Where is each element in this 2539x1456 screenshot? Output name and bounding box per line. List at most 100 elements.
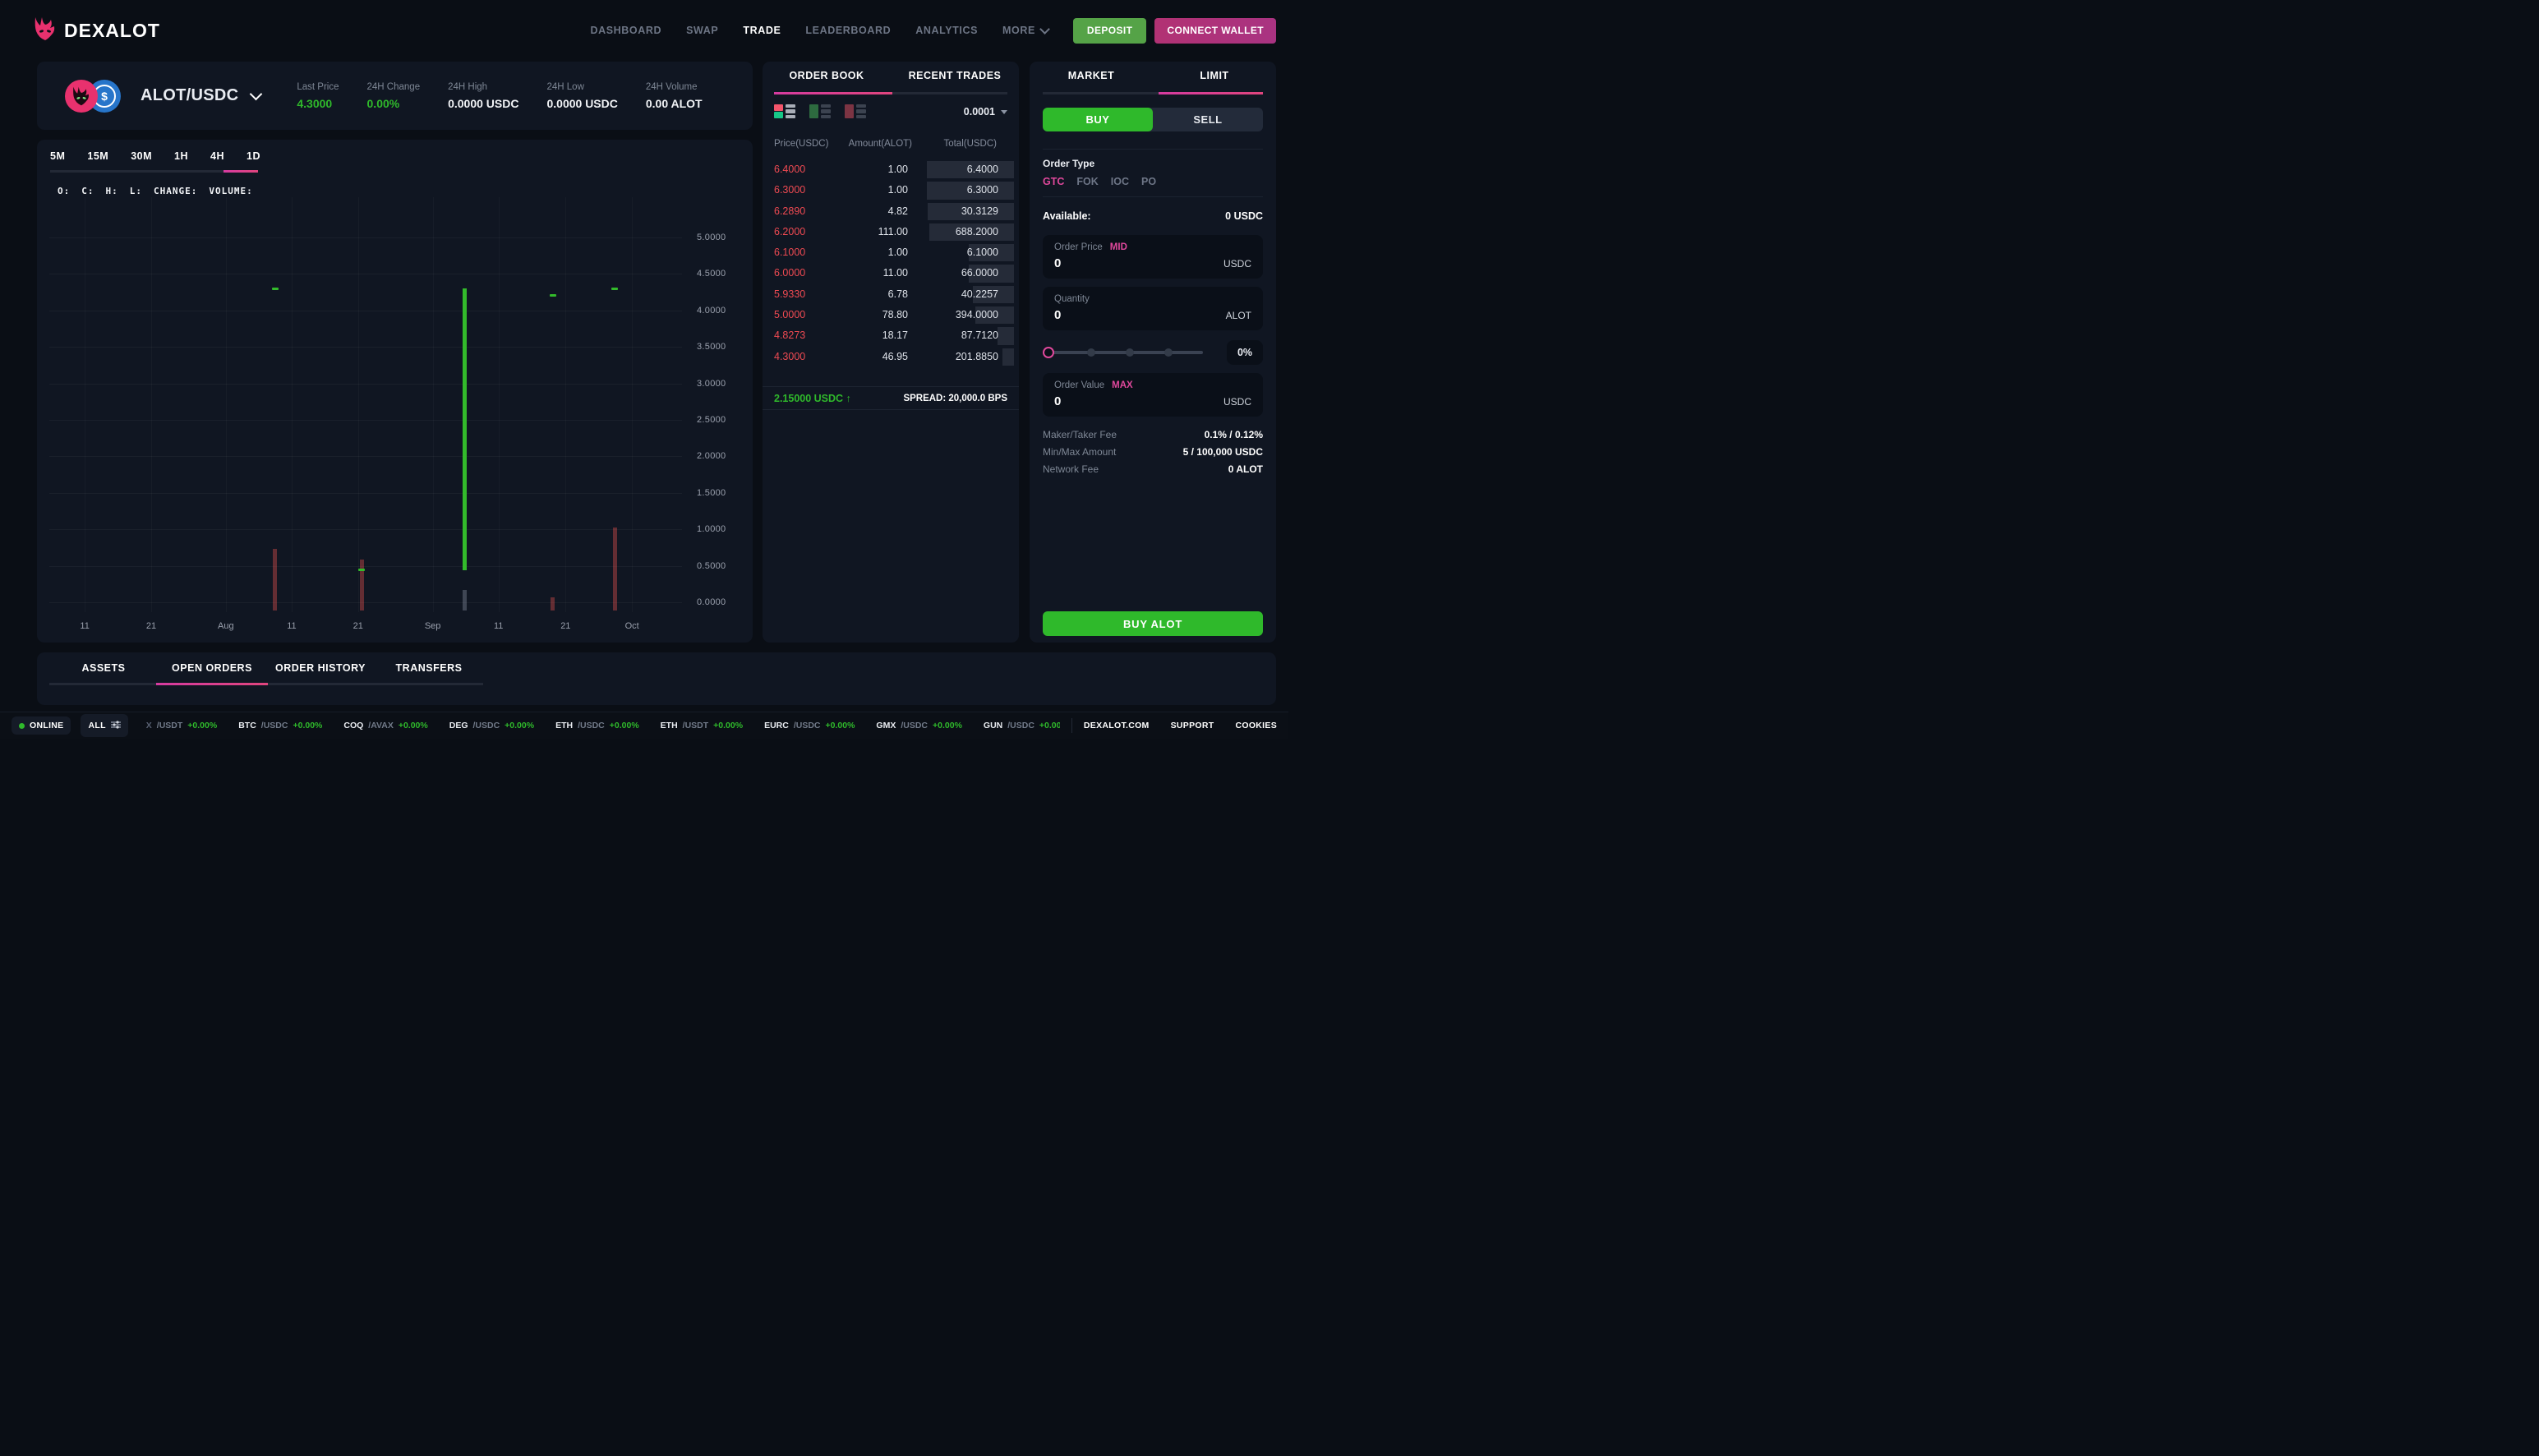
order-price-input[interactable]: 0 [1054,256,1061,270]
candlestick-chart[interactable]: 5.00004.50004.00003.50003.00002.50002.00… [49,197,753,629]
ticker-pair-gun-usdc[interactable]: GUN/USDC+0.00% [984,721,1060,730]
price-grouping-dropdown[interactable]: 0.0001 [964,106,1007,117]
nav-item-swap[interactable]: SWAP [686,25,718,36]
buy-alot-button[interactable]: BUY ALOT [1043,611,1263,636]
bottom-tab-transfers[interactable]: TRANSFERS [375,662,483,674]
order-book-row[interactable]: 5.000078.80394.0000 [767,305,1014,325]
divider [1071,718,1072,733]
y-axis-tick: 3.5000 [697,342,746,352]
slider-stop-25[interactable] [1087,348,1095,357]
max-button[interactable]: MAX [1112,380,1133,390]
pair-name[interactable]: ALOT/USDC [141,86,238,105]
order-book-row[interactable]: 4.300046.95201.8850 [767,347,1014,367]
divider [1043,149,1263,150]
order-book-row[interactable]: 4.827318.1787.7120 [767,325,1014,346]
order-book-row[interactable]: 6.2000111.00688.2000 [767,222,1014,242]
order-book-row[interactable]: 5.93306.7840.2257 [767,284,1014,305]
nav-item-analytics[interactable]: ANALYTICS [915,25,978,36]
ticker-pair-eth-usdc[interactable]: ETH/USDC+0.00% [555,721,639,730]
order-value-input[interactable]: 0 [1054,394,1061,408]
ticker-pair-btc-usdc[interactable]: BTC/USDC+0.00% [238,721,322,730]
timeframe-1d[interactable]: 1D [247,150,260,162]
deposit-button[interactable]: DEPOSIT [1073,18,1146,44]
gridline-v [358,197,359,612]
order-book-row[interactable]: 6.000011.0066.0000 [767,263,1014,283]
footer-link-support[interactable]: SUPPORT [1171,721,1214,730]
nav-item-dashboard[interactable]: DASHBOARD [590,25,661,36]
both-sides-view-icon[interactable] [774,104,795,118]
bottom-tab-order-history[interactable]: ORDER HISTORY [266,662,375,674]
y-axis-tick: 0.0000 [697,597,746,607]
ask-amount: 1.00 [888,184,908,196]
tab-order-book[interactable]: ORDER BOOK [763,70,891,81]
order-type-ioc[interactable]: IOC [1111,176,1129,187]
order-price-field[interactable]: Order Price MID 0 USDC [1043,235,1263,279]
order-book-row[interactable]: 6.10001.006.1000 [767,242,1014,263]
sells-view-icon[interactable] [845,104,866,118]
ticker-base: COQ [343,721,363,730]
y-axis-tick: 3.0000 [697,379,746,389]
ticker-pair-x-usdt[interactable]: X/USDT+0.00% [146,721,217,730]
nav-item-trade[interactable]: TRADE [743,25,781,36]
gridline-v [151,197,152,612]
bottom-tab-open-orders[interactable]: OPEN ORDERS [158,662,266,674]
order-type-gtc[interactable]: GTC [1043,176,1064,187]
ticker-pair-gmx-usdc[interactable]: GMX/USDC+0.00% [876,721,962,730]
bottom-tab-assets[interactable]: ASSETS [49,662,158,674]
timeframe-1h[interactable]: 1H [174,150,188,162]
order-type-po[interactable]: PO [1141,176,1156,187]
buys-view-icon[interactable] [809,104,831,118]
ohlc-label: C: [81,186,94,196]
status-pill: ONLINE [12,716,71,735]
quantity-slider[interactable] [1048,351,1203,354]
tab-market[interactable]: MARKET [1030,70,1153,81]
pair-selector-chevron-icon[interactable] [250,88,263,101]
buy-tab[interactable]: BUY [1043,108,1153,131]
footer-link-dexalot-com[interactable]: DEXALOT.COM [1084,721,1150,730]
order-book-row[interactable]: 6.30001.006.3000 [767,180,1014,200]
slider-thumb[interactable] [1043,347,1054,358]
ticker-pair-eurc-usdc[interactable]: EURC/USDC+0.00% [764,721,855,730]
footer-link-cookies[interactable]: COOKIES [1235,721,1277,730]
ticker-pair-coq-avax[interactable]: COQ/AVAX+0.00% [343,721,427,730]
timeframe-15m[interactable]: 15M [87,150,108,162]
ask-amount: 11.00 [883,267,908,279]
price-grouping-value: 0.0001 [964,106,995,117]
nav-item-more[interactable]: MORE [1002,25,1048,36]
ask-amount: 78.80 [882,309,908,320]
order-value-field[interactable]: Order Value MAX 0 USDC [1043,373,1263,417]
pair-filter-pill[interactable]: ALL [81,714,127,737]
trade-active-indicator [1159,92,1263,94]
ticker-pair-eth-usdt[interactable]: ETH/USDT+0.00% [661,721,743,730]
timeframe-4h[interactable]: 4H [210,150,224,162]
stat-value: 0.00 ALOT [646,97,703,110]
order-book-column-headers: Price(USDC) Amount(ALOT) Total(USDC) [763,139,1019,150]
ticker-quote: /USDT [157,721,183,730]
tab-recent-trades[interactable]: RECENT TRADES [891,70,1019,81]
slider-stop-50[interactable] [1126,348,1134,357]
nav-item-leaderboard[interactable]: LEADERBOARD [805,25,891,36]
ticker-base: GUN [984,721,1002,730]
logo[interactable]: DEXALOT [33,16,160,45]
ticker-quote: /USDC [578,721,605,730]
timeframe-30m[interactable]: 30M [131,150,152,162]
quantity-input[interactable]: 0 [1054,308,1061,322]
quantity-label: Quantity [1054,294,1090,304]
quantity-field[interactable]: Quantity 0 ALOT [1043,287,1263,330]
timeframe-5m[interactable]: 5M [50,150,65,162]
connect-wallet-button[interactable]: CONNECT WALLET [1154,18,1276,44]
depth-bar [998,327,1014,344]
tab-limit[interactable]: LIMIT [1153,70,1276,81]
order-book-row[interactable]: 6.40001.006.4000 [767,159,1014,180]
sell-tab[interactable]: SELL [1153,108,1263,131]
slider-stop-75[interactable] [1164,348,1173,357]
ticker-base: DEG [449,721,468,730]
order-type-fok[interactable]: FOK [1076,176,1098,187]
order-book-row[interactable]: 6.28904.8230.3129 [767,201,1014,222]
ticker-pair-deg-usdc[interactable]: DEG/USDC+0.00% [449,721,534,730]
order-price-label: Order Price [1054,242,1103,252]
trade-panel: MARKET LIMIT BUY SELL Order Type GTCFOKI… [1030,62,1276,643]
timeframe-active-indicator [223,170,258,173]
mid-button[interactable]: MID [1110,242,1127,252]
pair-stat-24h-low: 24H Low0.0000 USDC [546,82,617,110]
